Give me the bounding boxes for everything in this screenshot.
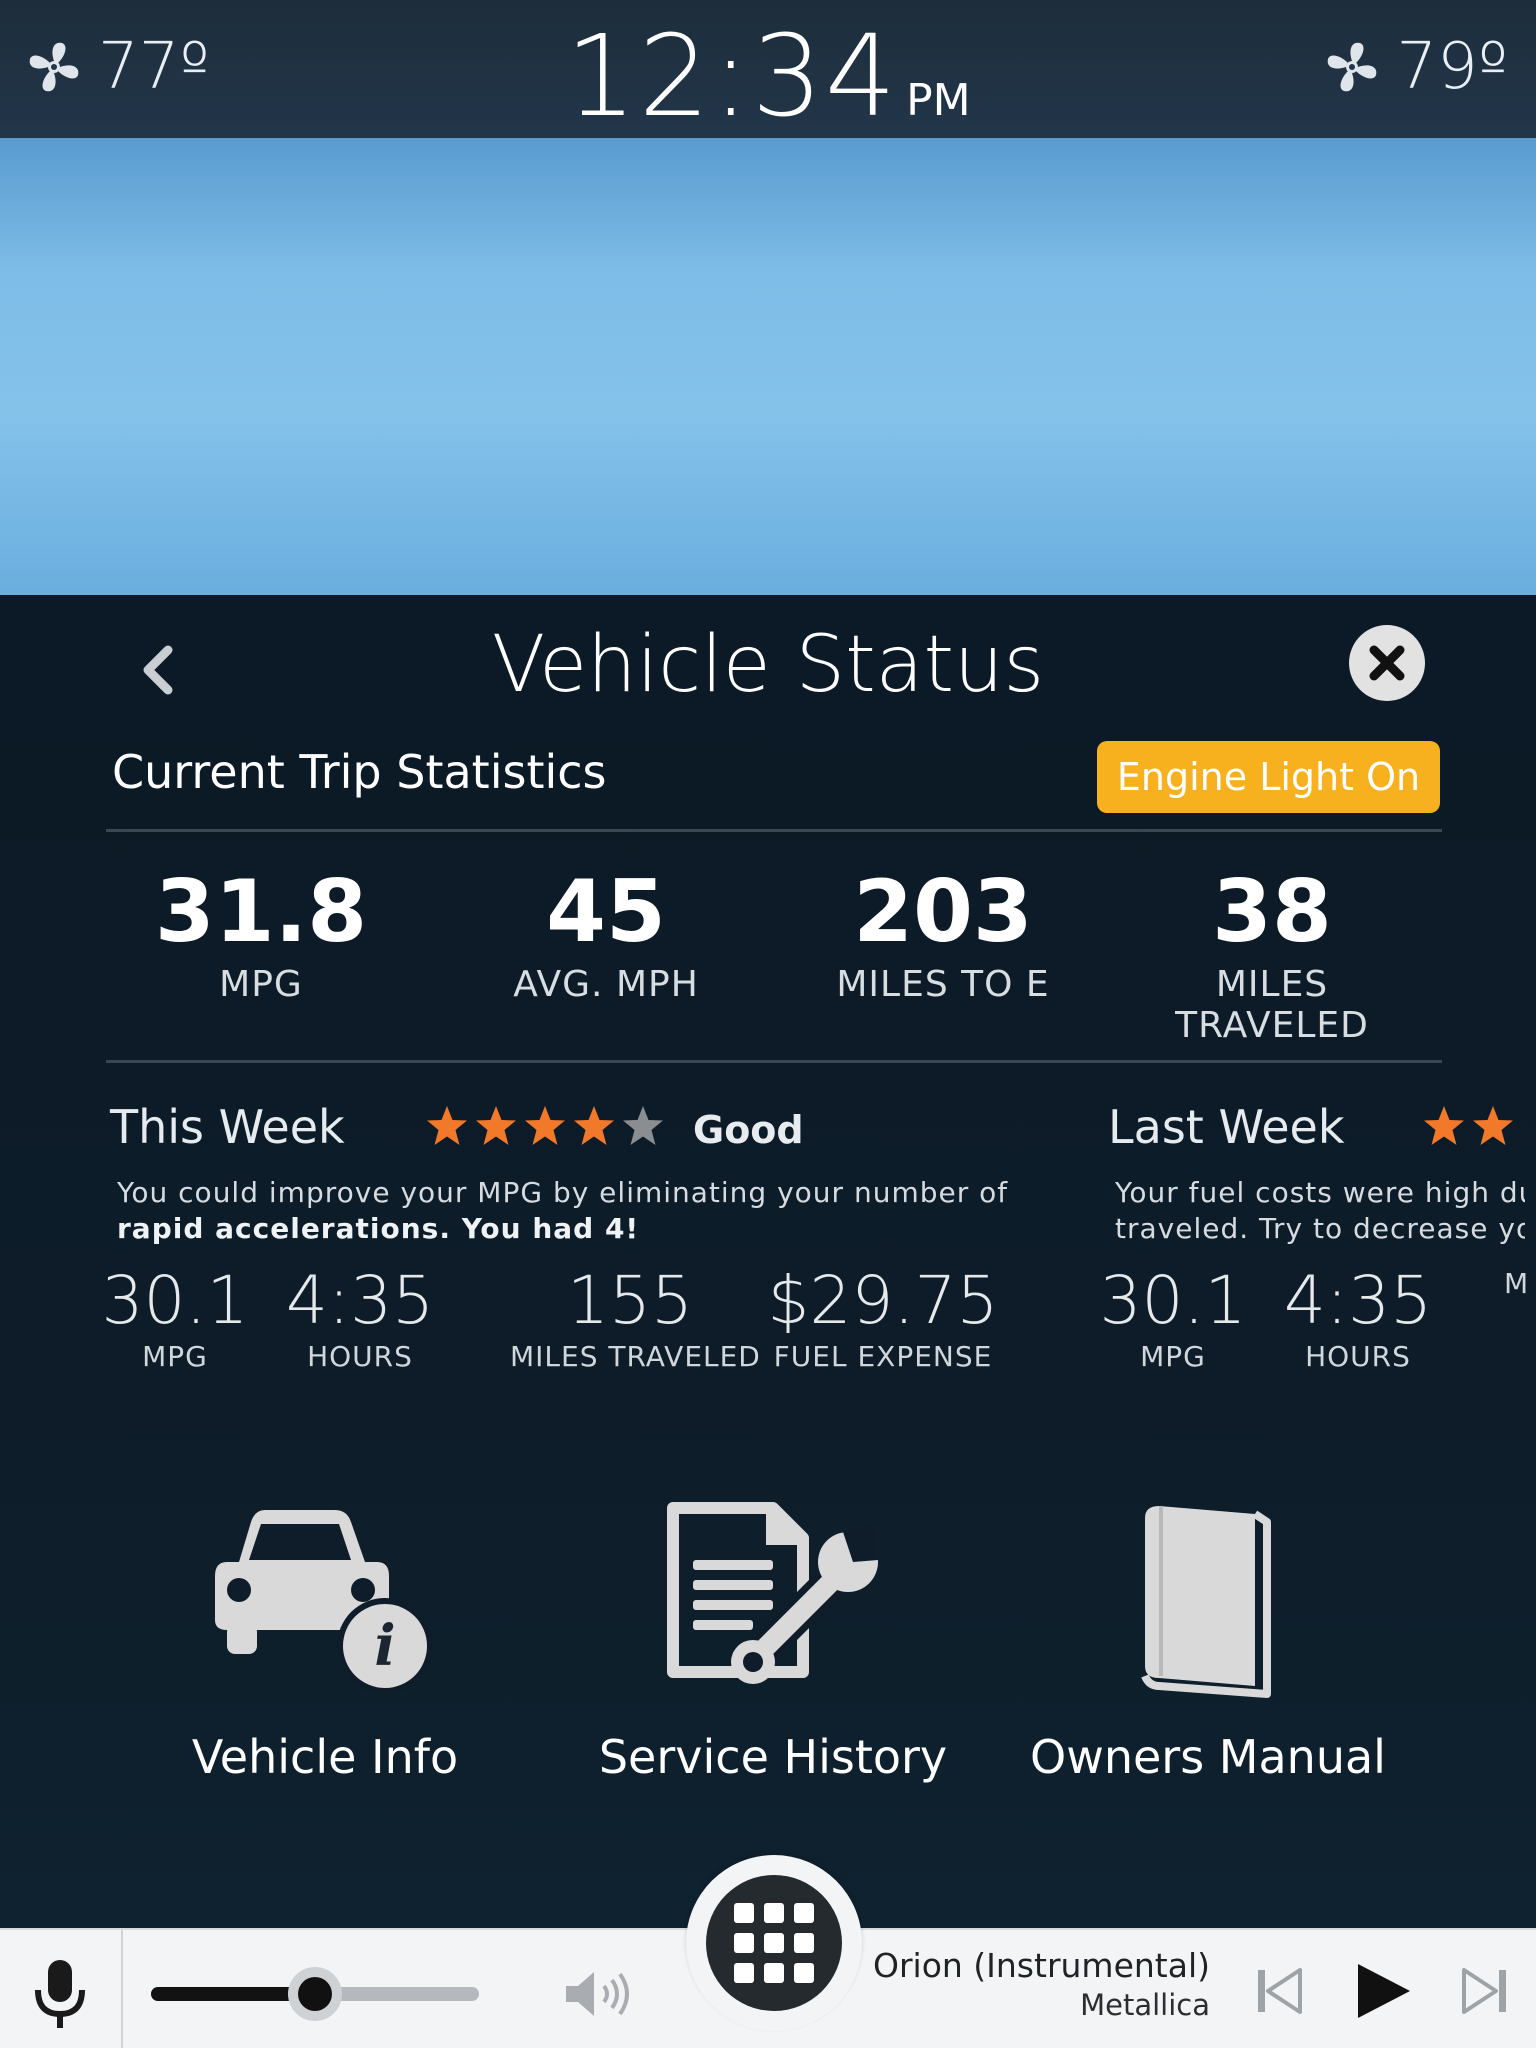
stat-value: 31.8 — [154, 862, 368, 962]
week-stat-mpg: 30.1 MPG — [70, 1262, 280, 1373]
service-history-button[interactable]: Service History — [598, 1500, 948, 1784]
stat-value: 4:35 — [285, 1262, 435, 1339]
car-info-icon: i — [215, 1510, 433, 1694]
vehicle-status-panel: Vehicle Status Current Trip Statistics E… — [0, 595, 1536, 1928]
home-button[interactable] — [706, 1875, 842, 2011]
owners-manual-button[interactable]: Owners Manual — [1030, 1500, 1386, 1784]
svg-text:i: i — [374, 1613, 395, 1679]
shortcut-label: Vehicle Info — [191, 1730, 459, 1784]
stat-label: M — [1504, 1267, 1530, 1300]
track-artist: Metallica — [1080, 1988, 1210, 2022]
book-icon — [1141, 1506, 1271, 1698]
page-title: Vehicle Status — [491, 620, 1045, 710]
stat-value: 203 — [853, 862, 1033, 962]
microphone-icon[interactable] — [30, 1958, 90, 2032]
shortcut-label: Owners Manual — [1030, 1730, 1386, 1784]
skip-next-icon[interactable] — [1462, 1968, 1508, 2014]
rating-word: Good — [693, 1108, 804, 1152]
volume-knob[interactable] — [288, 1967, 342, 2021]
app-grid-dot — [764, 1963, 784, 1983]
document-wrench-icon — [667, 1502, 878, 1684]
app-grid-dot — [734, 1933, 754, 1953]
trip-stat-mpg: 31.8 MPG — [111, 865, 411, 1005]
trip-stat-miles-traveled: 38 MILES TRAVELED — [1122, 865, 1422, 1046]
engine-light-badge[interactable]: Engine Light On — [1097, 741, 1440, 813]
week-stat-mpg: 30.1 MPG — [1068, 1262, 1278, 1373]
stat-value: 30.1 — [101, 1262, 249, 1339]
tip-line: Your fuel costs were high due — [1115, 1176, 1525, 1209]
clock-ampm: PM — [906, 75, 971, 126]
stat-label: MILES TO E — [836, 963, 1050, 1005]
stat-label: FUEL EXPENSE — [773, 1339, 993, 1373]
star-rating — [1422, 1104, 1515, 1152]
stat-label: MPG — [219, 963, 303, 1005]
divider — [121, 1930, 123, 2048]
stat-value: 38 — [1212, 862, 1332, 962]
right-temp: 79º — [1396, 30, 1508, 104]
star-rating — [425, 1104, 665, 1152]
app-grid-icon — [734, 1903, 754, 1923]
this-week-card[interactable]: This Week Good You could improve your MP… — [102, 1100, 1008, 1373]
app-grid-dot — [794, 1903, 814, 1923]
app-grid-dot — [794, 1933, 814, 1953]
divider — [106, 829, 1442, 832]
shortcut-label: Service History — [598, 1730, 948, 1784]
star-filled-icon — [425, 1104, 469, 1152]
skip-previous-icon[interactable] — [1256, 1968, 1302, 2014]
clock-time: 12:34 — [565, 12, 899, 142]
stat-value: 4:35 — [1283, 1262, 1433, 1339]
tip-text: Your fuel costs were high due traveled. … — [1115, 1175, 1525, 1247]
stat-label: MILES TRAVELED — [1175, 963, 1369, 1046]
stat-label: MPG — [142, 1339, 208, 1373]
stat-label: MILES TRAVELED — [510, 1339, 761, 1373]
fan-icon — [1328, 42, 1377, 92]
tip-line: traveled. Try to decrease your — [1115, 1212, 1525, 1245]
star-filled-icon — [474, 1104, 518, 1152]
play-icon[interactable] — [1354, 1960, 1414, 2022]
divider — [106, 1060, 1442, 1063]
speaker-icon[interactable] — [562, 1968, 632, 2020]
stat-value: 45 — [546, 862, 666, 962]
app-grid-dot — [734, 1963, 754, 1983]
tip-text: You could improve your MPG by eliminatin… — [117, 1175, 1007, 1247]
tip-line: You could improve your MPG by eliminatin… — [117, 1176, 1009, 1209]
week-title: Last Week — [1108, 1100, 1345, 1154]
star-filled-icon — [1471, 1104, 1515, 1152]
stat-label: HOURS — [1305, 1339, 1411, 1373]
star-filled-icon — [523, 1104, 567, 1152]
week-stat-fuel-expense: $29.75 FUEL EXPENSE — [763, 1262, 1003, 1373]
tip-line-bold: rapid accelerations. You had 4! — [117, 1212, 640, 1245]
stat-value: $29.75 — [767, 1262, 999, 1339]
close-icon — [1369, 645, 1405, 681]
week-stat-hours: 4:35 HOURS — [280, 1262, 440, 1373]
trip-stat-avg-mph: 45 AVG. MPH — [456, 865, 756, 1005]
stat-label: AVG. MPH — [513, 963, 699, 1005]
star-filled-icon — [1422, 1104, 1466, 1152]
app-grid-dot — [764, 1903, 784, 1923]
status-bar: 77º 12:34 PM 79º — [0, 0, 1536, 142]
volume-slider[interactable] — [151, 1967, 479, 2021]
week-stat-miles: M — [1504, 1265, 1536, 1300]
clock: 12:34 PM — [0, 12, 1536, 142]
section-title: Current Trip Statistics — [112, 745, 607, 799]
vehicle-info-button[interactable]: i Vehicle Info — [165, 1500, 485, 1784]
background-view — [0, 138, 1536, 595]
stat-label: HOURS — [307, 1339, 413, 1373]
stat-value: 155 — [567, 1262, 693, 1339]
trip-stat-miles-to-empty: 203 MILES TO E — [793, 865, 1093, 1005]
week-stat-hours: 4:35 HOURS — [1278, 1262, 1438, 1373]
track-title: Orion (Instrumental) — [872, 1946, 1210, 1985]
last-week-card[interactable]: Last Week Your fuel costs were high due … — [1100, 1100, 1529, 1373]
stat-value: 30.1 — [1099, 1262, 1247, 1339]
star-empty-icon — [621, 1104, 665, 1152]
app-grid-dot — [764, 1933, 784, 1953]
close-button[interactable] — [1349, 625, 1425, 701]
week-title: This Week — [110, 1100, 345, 1154]
stat-label: MPG — [1140, 1339, 1206, 1373]
star-filled-icon — [572, 1104, 616, 1152]
week-stat-miles: 155 MILES TRAVELED — [510, 1262, 761, 1373]
right-climate[interactable]: 79º — [1322, 30, 1508, 104]
app-grid-dot — [794, 1963, 814, 1983]
